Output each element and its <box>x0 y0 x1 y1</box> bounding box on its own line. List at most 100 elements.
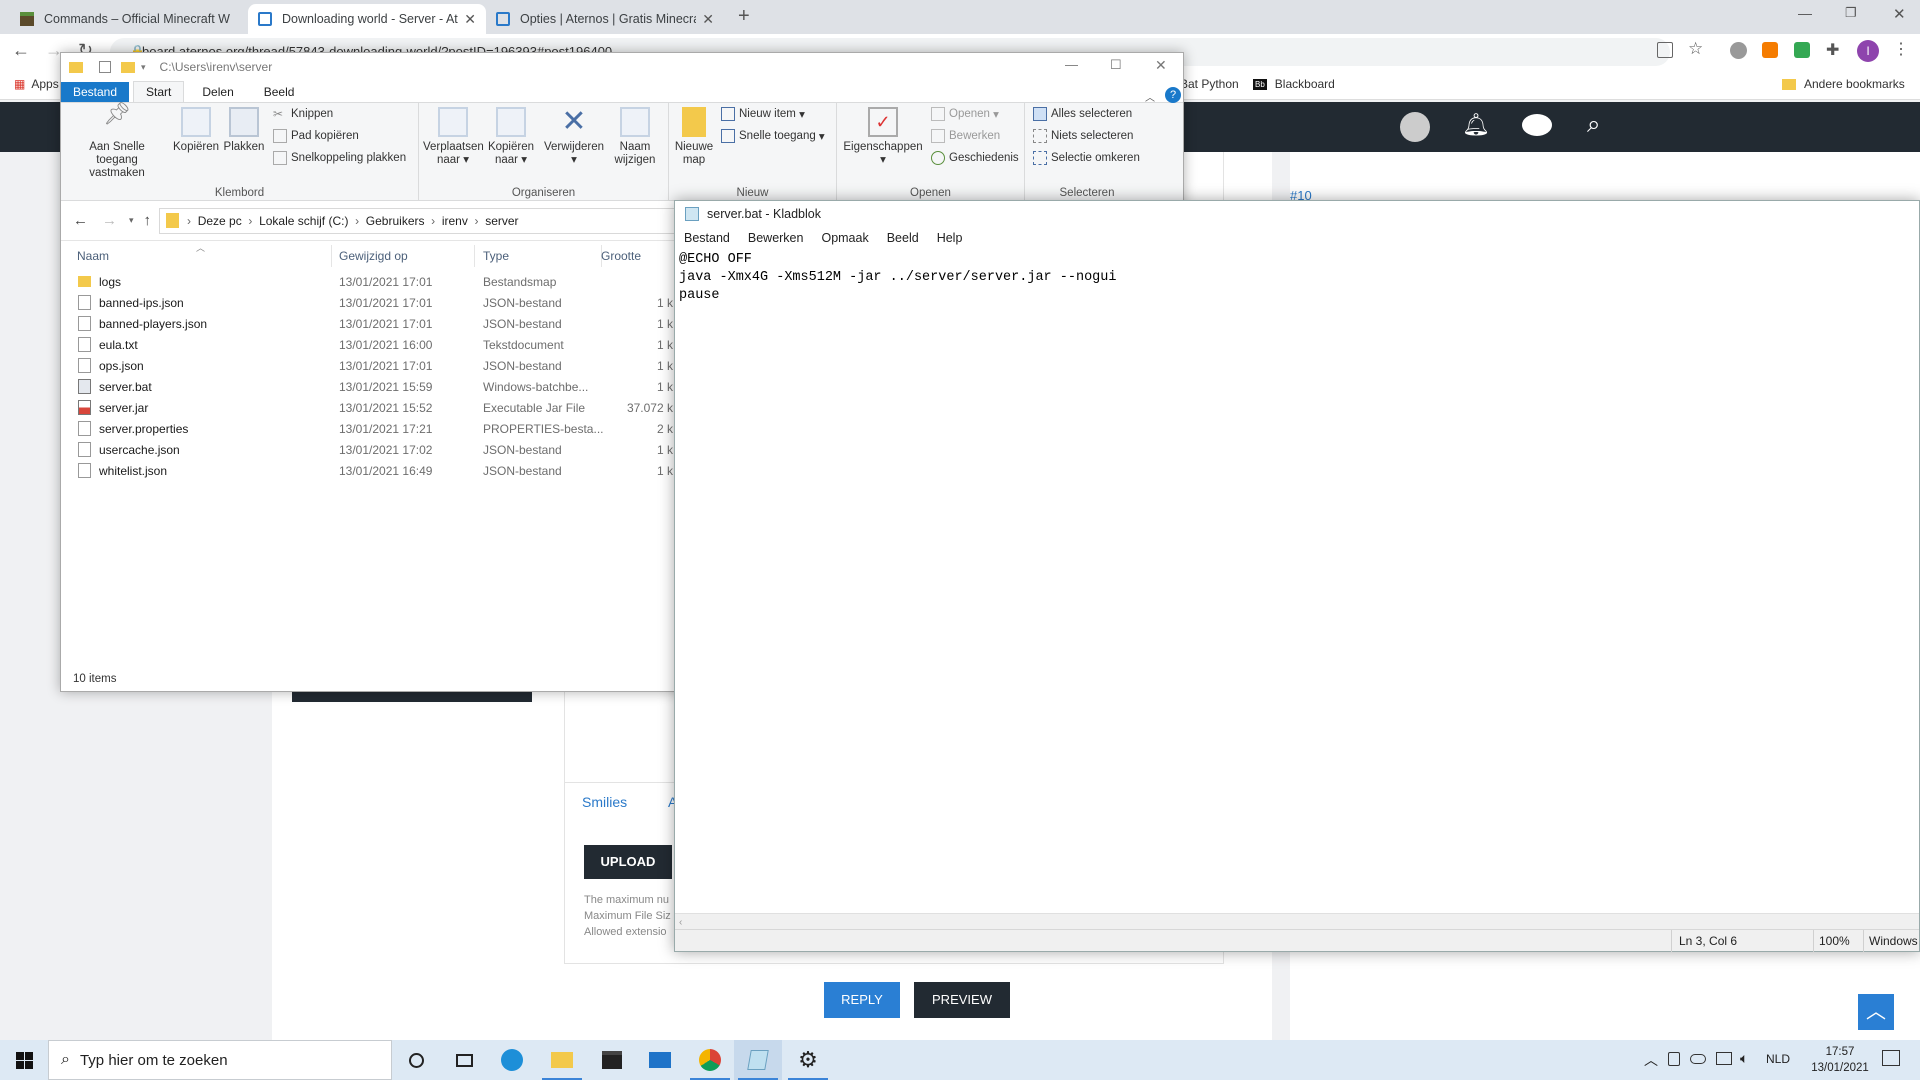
scroll-top-button[interactable]: ︿ <box>1858 994 1894 1030</box>
bookmark-python[interactable]: Bat Python <box>1180 77 1239 91</box>
quick-access-dropdown-icon[interactable]: ▾ <box>141 62 146 73</box>
tab-minecraft-commands[interactable]: Commands – Official Minecraft W <box>10 4 248 34</box>
task-view-button[interactable] <box>440 1040 488 1080</box>
open-button[interactable]: Openen ▾ <box>931 107 999 121</box>
volume-icon[interactable]: 🔈︎ <box>1740 1050 1748 1067</box>
notepad-text-area[interactable]: @ECHO OFF java -Xmx4G -Xms512M -jar ../s… <box>675 249 1919 307</box>
file-row[interactable]: ops.json 13/01/2021 17:01 JSON-bestand 1 kB <box>61 355 681 376</box>
delete-button[interactable]: ✕ Verwijderen ▾ <box>543 107 605 167</box>
scroll-left-icon[interactable]: ‹ <box>679 917 682 928</box>
copy-to-button[interactable]: Kopiëren naar ▾ <box>485 107 537 167</box>
pin-button[interactable]: 📌︎ Aan Snelle toegang vastmaken <box>67 103 167 180</box>
column-modified[interactable]: Gewijzigd op <box>339 249 408 263</box>
folder-icon[interactable] <box>121 61 135 73</box>
chat-icon[interactable] <box>1522 114 1552 136</box>
close-window-icon[interactable]: ✕ <box>1893 5 1906 23</box>
file-row[interactable]: server.bat 13/01/2021 15:59 Windows-batchb… <box>61 376 681 397</box>
upload-button[interactable]: UPLOAD <box>584 845 672 879</box>
tab-aternos-options[interactable]: Opties | Aternos | Gratis Minecraf ✕ <box>486 4 724 34</box>
menu-view[interactable]: Beeld <box>878 231 928 245</box>
file-row[interactable]: whitelist.json 13/01/2021 16:49 JSON-besta… <box>61 460 681 481</box>
tab-share[interactable]: Delen <box>190 82 245 102</box>
maximize-icon[interactable]: ☐ <box>1110 57 1122 73</box>
back-arrow-icon[interactable]: ← <box>12 40 30 61</box>
menu-edit[interactable]: Bewerken <box>739 231 813 245</box>
file-row[interactable]: server.jar 13/01/2021 15:52 Executable Jar… <box>61 397 681 418</box>
onedrive-icon[interactable] <box>1690 1054 1706 1064</box>
new-folder-button[interactable]: Nieuwe map <box>671 107 717 167</box>
search-icon[interactable]: ⌕ <box>1587 111 1600 139</box>
tab-view[interactable]: Beeld <box>252 82 307 102</box>
invert-selection-button[interactable]: Selectie omkeren <box>1033 151 1140 165</box>
forward-arrow-icon[interactable]: → <box>102 212 117 229</box>
crumb-local-disk[interactable]: Lokale schijf (C:) <box>259 214 348 228</box>
easy-access-button[interactable]: Snelle toegang ▾ <box>721 129 825 143</box>
minimize-icon[interactable]: — <box>1798 5 1812 21</box>
bookmark-apps[interactable]: ▦ Apps <box>14 77 59 91</box>
close-tab-icon[interactable]: ✕ <box>464 11 476 28</box>
bookmark-blackboard[interactable]: Bb Blackboard <box>1253 77 1335 91</box>
select-all-button[interactable]: Alles selecteren <box>1033 107 1132 121</box>
crumb-irenv[interactable]: irenv <box>442 214 468 228</box>
mail-button[interactable] <box>636 1040 684 1080</box>
reply-button[interactable]: REPLY <box>824 982 900 1018</box>
column-divider[interactable] <box>474 245 475 267</box>
close-icon[interactable]: ✕ <box>1155 57 1167 74</box>
edge-button[interactable] <box>488 1040 536 1080</box>
paste-shortcut-button[interactable]: Snelkoppeling plakken <box>273 151 406 165</box>
new-tab-button[interactable]: + <box>738 5 750 28</box>
history-button[interactable]: Geschiedenis <box>931 151 1019 165</box>
clock[interactable]: 17:57 13/01/2021 <box>1808 1044 1872 1076</box>
tab-start[interactable]: Start <box>133 81 185 102</box>
restore-icon[interactable]: ❐ <box>1845 5 1857 21</box>
preview-button[interactable]: PREVIEW <box>914 982 1010 1018</box>
column-name[interactable]: Naam <box>77 249 109 263</box>
crumb-users[interactable]: Gebruikers <box>366 214 425 228</box>
back-arrow-icon[interactable]: ← <box>73 212 88 229</box>
profile-avatar[interactable]: I <box>1857 40 1879 62</box>
notepad-button[interactable] <box>734 1040 782 1080</box>
menu-help[interactable]: Help <box>928 231 972 245</box>
bookmark-other[interactable]: Andere bookmarks <box>1782 77 1905 91</box>
up-arrow-icon[interactable]: ↑ <box>144 212 152 229</box>
star-icon[interactable]: ☆ <box>1688 39 1703 59</box>
explorer-button[interactable] <box>538 1040 586 1080</box>
copy-button[interactable]: Kopiëren <box>173 107 219 154</box>
column-type[interactable]: Type <box>483 249 509 263</box>
recent-dropdown-icon[interactable]: ▾ <box>129 215 134 226</box>
taskbar-search[interactable]: ⌕ Typ hier om te zoeken <box>48 1040 392 1080</box>
puzzle-icon[interactable]: ✚ <box>1826 40 1839 60</box>
bell-icon[interactable]: 🔔︎ <box>1462 112 1490 138</box>
tray-chevron-up-icon[interactable]: ︿ <box>1644 1050 1658 1070</box>
menu-format[interactable]: Opmaak <box>812 231 877 245</box>
adblock-icon[interactable] <box>1730 42 1747 59</box>
collapse-ribbon-icon[interactable]: ︿ <box>1145 89 1155 104</box>
crumb-server[interactable]: server <box>485 214 518 228</box>
notifications-icon[interactable] <box>1882 1050 1900 1066</box>
file-row[interactable]: logs 13/01/2021 17:01 Bestandsmap <box>61 271 681 292</box>
close-tab-icon[interactable]: ✕ <box>702 11 714 28</box>
crumb-this-pc[interactable]: Deze pc <box>198 214 242 228</box>
move-to-button[interactable]: Verplaatsen naar ▾ <box>423 107 484 167</box>
file-row[interactable]: usercache.json 13/01/2021 17:02 JSON-besta… <box>61 439 681 460</box>
settings-button[interactable]: ⚙ <box>784 1040 832 1080</box>
column-size[interactable]: Grootte <box>601 249 641 263</box>
tab-downloading-world[interactable]: Downloading world - Server - At ✕ <box>248 4 486 34</box>
help-icon[interactable]: ? <box>1165 87 1181 103</box>
cortana-button[interactable] <box>392 1040 440 1080</box>
user-avatar[interactable] <box>1400 112 1430 142</box>
edit-button[interactable]: Bewerken <box>931 129 1000 143</box>
language-indicator[interactable]: NLD <box>1766 1052 1790 1066</box>
extension-green-icon[interactable] <box>1794 42 1810 58</box>
file-row[interactable]: eula.txt 13/01/2021 16:00 Tekstdocument 1 k… <box>61 334 681 355</box>
properties-button[interactable]: ✓ Eigenschappen ▾ <box>841 107 925 167</box>
copy-path-button[interactable]: Pad kopiëren <box>273 129 359 143</box>
tray-device-icon[interactable] <box>1668 1052 1680 1066</box>
extension-orange-icon[interactable] <box>1762 42 1778 58</box>
network-icon[interactable] <box>1716 1052 1732 1065</box>
file-row[interactable]: banned-players.json 13/01/2021 17:01 JSON-… <box>61 313 681 334</box>
properties-icon[interactable] <box>99 61 111 73</box>
menu-dots-icon[interactable]: ⋮ <box>1893 39 1909 59</box>
cut-button[interactable]: ✂ Knippen <box>273 107 333 121</box>
menu-file[interactable]: Bestand <box>675 231 739 245</box>
